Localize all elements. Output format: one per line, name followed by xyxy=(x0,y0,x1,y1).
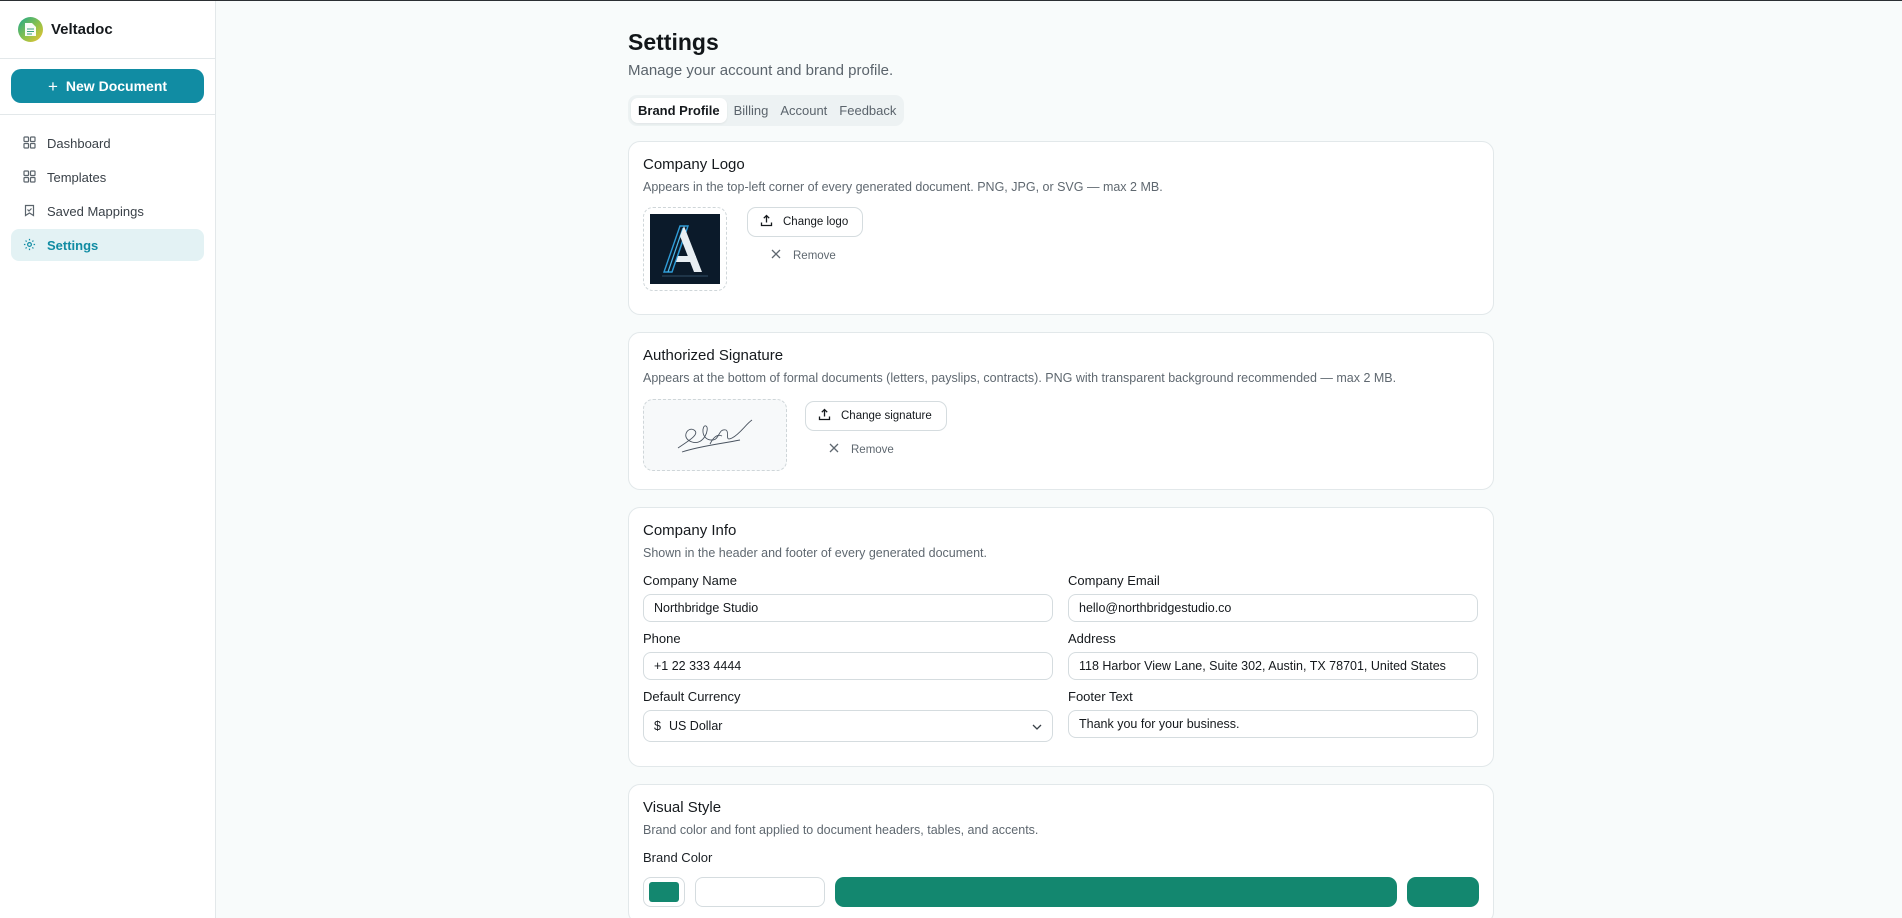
brand-color-apply-button[interactable] xyxy=(1407,877,1480,907)
change-signature-label: Change signature xyxy=(841,410,932,422)
brand-color-row xyxy=(643,877,1480,907)
currency-value: US Dollar xyxy=(668,719,723,733)
sidebar-item-label: Settings xyxy=(47,237,99,253)
sidebar-item-label: Templates xyxy=(47,169,107,185)
change-signature-button[interactable]: Change signature xyxy=(805,401,947,431)
tab-feedback[interactable]: Feedback xyxy=(834,98,901,123)
company-email-input[interactable]: hello@northbridgestudio.co xyxy=(1068,594,1478,622)
footer-text-label: Footer Text xyxy=(1068,689,1133,704)
company-logo-image xyxy=(650,214,720,284)
brand-color-label: Brand Color xyxy=(643,850,713,865)
gear-icon xyxy=(23,238,37,252)
app-logo-icon[interactable] xyxy=(18,17,43,42)
plus-icon: + xyxy=(47,76,58,96)
footer-text-input[interactable]: Thank you for your business. xyxy=(1068,710,1478,738)
sidebar-item-dashboard[interactable]: Dashboard xyxy=(11,127,204,159)
app-name: Veltadoc xyxy=(51,21,113,38)
card-title: Authorized Signature xyxy=(643,347,784,364)
settings-tabs: Brand Profile Billing Account Feedback xyxy=(628,95,905,126)
tab-brand-profile[interactable]: Brand Profile xyxy=(631,98,727,123)
company-email-label: Company Email xyxy=(1068,573,1160,588)
brand-header: Veltadoc xyxy=(0,1,215,59)
signature-preview[interactable] xyxy=(643,399,787,471)
company-info-card: Company Info Shown in the header and foo… xyxy=(628,507,1494,767)
company-info-form: Company Name Northbridge Studio Company … xyxy=(643,573,1479,751)
sidebar: Veltadoc + New Document Dashboard Templa… xyxy=(0,1,216,918)
card-title: Company Logo xyxy=(643,156,745,173)
change-logo-label: Change logo xyxy=(783,216,849,228)
change-logo-button[interactable]: Change logo xyxy=(747,207,864,237)
card-title: Visual Style xyxy=(643,799,722,816)
sidebar-item-label: Dashboard xyxy=(47,135,111,151)
sidebar-item-settings[interactable]: Settings xyxy=(11,229,204,261)
new-document-button[interactable]: + New Document xyxy=(11,69,204,103)
brand-color-swatch xyxy=(648,882,679,902)
bookmark-icon xyxy=(23,204,37,218)
card-description: Brand color and font applied to document… xyxy=(643,823,1039,837)
sidebar-item-label: Saved Mappings xyxy=(47,203,144,219)
remove-logo-label: Remove xyxy=(793,249,836,262)
sidebar-nav: Dashboard Templates Saved Mappings Setti… xyxy=(0,115,215,275)
new-document-section: + New Document xyxy=(0,59,215,115)
currency-select[interactable]: $ US Dollar xyxy=(643,710,1053,742)
company-name-input[interactable]: Northbridge Studio xyxy=(643,594,1053,622)
remove-logo-button[interactable]: Remove xyxy=(747,249,863,262)
currency-symbol: $ xyxy=(654,719,661,733)
page-subtitle: Manage your account and brand profile. xyxy=(628,62,894,79)
tab-billing[interactable]: Billing xyxy=(729,98,774,123)
brand-color-hex-input[interactable] xyxy=(694,877,825,907)
close-icon xyxy=(829,443,839,456)
grid-icon xyxy=(23,170,37,184)
default-currency-label: Default Currency xyxy=(643,689,741,704)
grid-icon xyxy=(23,136,37,150)
chevron-down-icon xyxy=(1032,719,1042,733)
phone-label: Phone xyxy=(643,631,681,646)
settings-main: Settings Manage your account and brand p… xyxy=(628,29,1494,918)
signature-image xyxy=(677,419,753,453)
company-logo-card: Company Logo Appears in the top-left cor… xyxy=(628,141,1494,315)
upload-icon xyxy=(760,214,773,230)
remove-signature-label: Remove xyxy=(851,443,894,456)
remove-signature-button[interactable]: Remove xyxy=(805,443,947,456)
card-title: Company Info xyxy=(643,522,737,539)
tab-account[interactable]: Account xyxy=(775,98,832,123)
phone-input[interactable]: +1 22 333 4444 xyxy=(643,652,1053,680)
sidebar-item-saved-mappings[interactable]: Saved Mappings xyxy=(11,195,204,227)
card-description: Appears at the bottom of formal document… xyxy=(643,371,1397,385)
company-name-label: Company Name xyxy=(643,573,737,588)
brand-color-preview-bar xyxy=(834,877,1398,907)
address-input[interactable]: 118 Harbor View Lane, Suite 302, Austin,… xyxy=(1068,652,1478,680)
card-description: Appears in the top-left corner of every … xyxy=(643,180,1163,194)
page-title: Settings xyxy=(628,29,719,55)
authorized-signature-card: Authorized Signature Appears at the bott… xyxy=(628,332,1494,490)
brand-color-picker[interactable] xyxy=(643,877,685,907)
visual-style-card: Visual Style Brand color and font applie… xyxy=(628,784,1494,918)
sidebar-item-templates[interactable]: Templates xyxy=(11,161,204,193)
address-label: Address xyxy=(1068,631,1116,646)
new-document-label: New Document xyxy=(65,78,168,94)
close-icon xyxy=(771,249,781,262)
logo-preview[interactable] xyxy=(643,207,727,291)
upload-icon xyxy=(818,408,831,424)
card-description: Shown in the header and footer of every … xyxy=(643,546,987,560)
